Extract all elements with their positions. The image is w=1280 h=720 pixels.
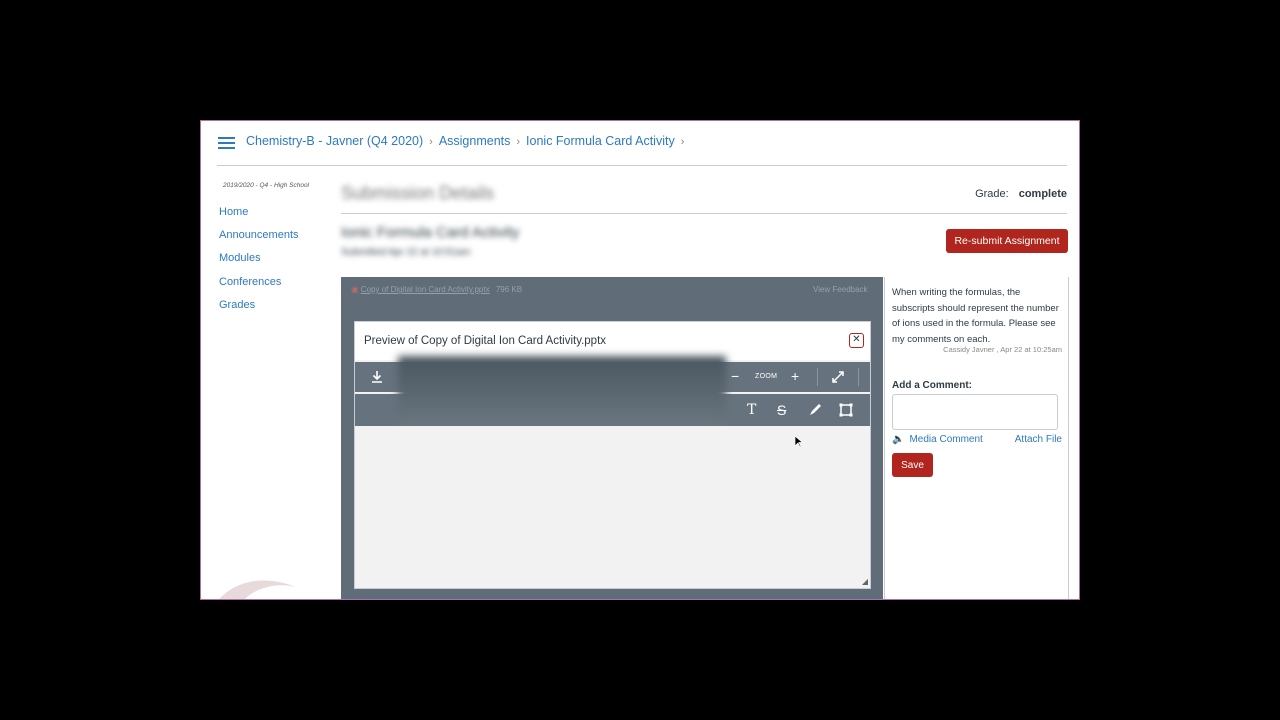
preview-dialog: Preview of Copy of Digital Ion Card Acti…	[354, 321, 871, 589]
strikethrough-icon[interactable]: S	[777, 403, 786, 417]
media-comment-link[interactable]: 🔈 Media Comment	[892, 434, 983, 445]
page-title: Submission Details	[341, 183, 495, 203]
add-comment-label: Add a Comment:	[892, 380, 972, 391]
chevron-right-icon: ›	[680, 136, 685, 148]
text-tool-icon[interactable]: T	[747, 403, 756, 417]
hamburger-menu-icon[interactable]	[218, 137, 235, 149]
submission-date: Submitted Apr 22 at 10:51am	[341, 247, 471, 258]
area-select-icon[interactable]	[839, 403, 853, 419]
draw-pen-icon[interactable]	[808, 403, 822, 419]
comment-textarea[interactable]	[892, 394, 1058, 430]
breadcrumb: Chemistry-B - Javner (Q4 2020) › Assignmen…	[246, 134, 690, 148]
submission-title: Ionic Formula Card Activity	[341, 224, 520, 241]
resize-handle-icon[interactable]: ◢	[862, 577, 868, 586]
file-name: Copy of Digital Ion Card Activity.pptx	[360, 285, 490, 294]
view-feedback-link[interactable]: View Feedback	[813, 285, 868, 294]
pptx-file-icon: ▣	[351, 285, 359, 294]
canvas-window: Chemistry-B - Javner (Q4 2020) › Assignmen…	[200, 120, 1080, 600]
save-button[interactable]: Save	[892, 453, 933, 477]
grade-display: Grade: complete	[975, 188, 1067, 200]
toolbar-divider	[817, 368, 818, 386]
nav-modules[interactable]: Modules	[219, 252, 261, 264]
dialog-title: Preview of Copy of Digital Ion Card Acti…	[364, 335, 607, 347]
resubmit-assignment-button[interactable]: Re-submit Assignment	[946, 229, 1068, 253]
file-size: 796 KB	[495, 285, 523, 294]
chevron-right-icon: ›	[516, 136, 521, 148]
breadcrumb-activity[interactable]: Ionic Formula Card Activity	[526, 134, 675, 148]
nav-conferences[interactable]: Conferences	[219, 276, 281, 288]
fullscreen-icon[interactable]	[831, 370, 845, 386]
grade-label: Grade:	[975, 188, 1009, 200]
file-link[interactable]: ▣ Copy of Digital Ion Card Activity.pptx…	[351, 285, 522, 294]
grade-value: complete	[1018, 188, 1067, 200]
nav-home[interactable]: Home	[219, 206, 248, 218]
zoom-out-icon[interactable]: −	[731, 369, 739, 383]
header-divider	[217, 165, 1067, 166]
nav-announcements[interactable]: Announcements	[219, 229, 299, 241]
chevron-right-icon: ›	[429, 136, 433, 148]
media-comment-label: Media Comment	[909, 434, 983, 445]
redacted-region	[398, 356, 726, 432]
zoom-label: ZOOM	[755, 373, 778, 380]
comments-sidebar: When writing the formulas, the subscript…	[884, 277, 1069, 599]
title-divider	[341, 213, 1067, 214]
comment-meta: Cassidy Javner , Apr 22 at 10:25am	[943, 345, 1062, 354]
comment-text: When writing the formulas, the subscript…	[892, 287, 1059, 345]
download-icon[interactable]	[370, 370, 384, 386]
nav-grades[interactable]: Grades	[219, 299, 255, 311]
toolbar-divider	[858, 368, 859, 386]
close-icon[interactable]: ✕	[849, 333, 864, 348]
breadcrumb-course[interactable]: Chemistry-B - Javner (Q4 2020)	[246, 134, 423, 148]
mouse-cursor-icon	[795, 436, 803, 448]
school-logo	[219, 580, 296, 599]
document-canvas[interactable]	[355, 426, 870, 588]
breadcrumb-assignments[interactable]: Assignments	[439, 134, 511, 148]
attach-file-link[interactable]: Attach File	[1015, 434, 1062, 445]
zoom-in-icon[interactable]: +	[791, 369, 799, 383]
term-label: 2019/2020 - Q4 - High School	[223, 182, 309, 189]
speaker-icon: 🔈	[892, 434, 905, 445]
